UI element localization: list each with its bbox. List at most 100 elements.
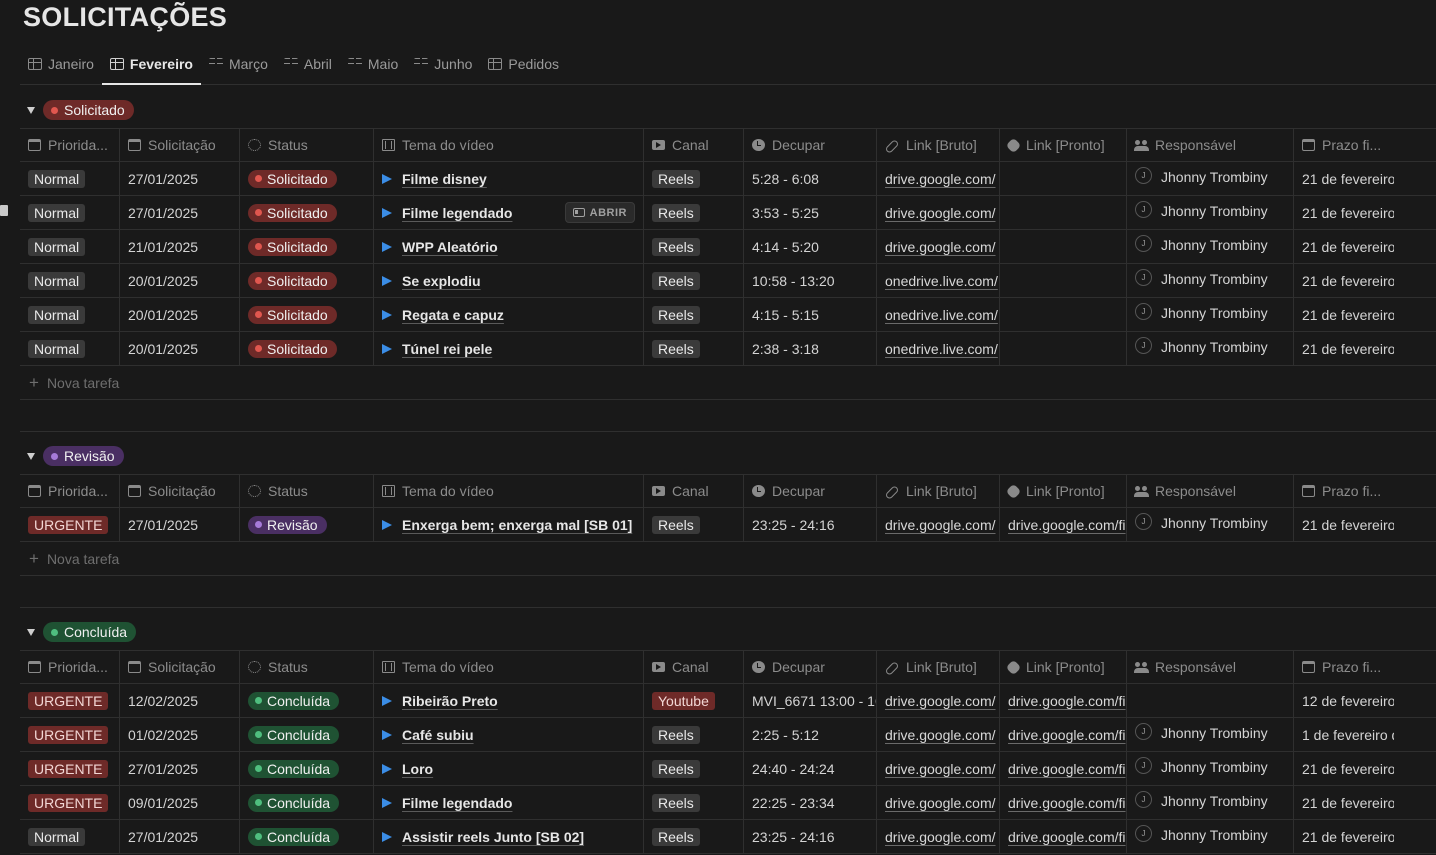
column-header[interactable]: Tema do vídeo [374, 651, 644, 683]
cell-channel[interactable]: Reels [644, 162, 744, 195]
column-header[interactable]: Priorida... [20, 651, 120, 683]
video-title[interactable]: Filme legendado [402, 795, 512, 811]
link-url[interactable]: drive.google.com/fi [1008, 795, 1126, 811]
table-row[interactable]: Normal 27/01/2025 Solicitado Filme legendad… [20, 196, 1436, 230]
cell-link-bruto[interactable]: drive.google.com/ [877, 718, 1000, 751]
cell-date[interactable]: 27/01/2025 [120, 752, 240, 785]
cell-status[interactable]: Concluída [240, 752, 374, 785]
video-title[interactable]: Enxerga bem; enxerga mal [SB 01] [402, 517, 632, 533]
caret-down-icon[interactable] [27, 452, 35, 460]
column-header[interactable]: Status [240, 129, 374, 161]
column-header[interactable]: Solicitação [120, 651, 240, 683]
group-pill[interactable]: Revisão [43, 446, 124, 466]
table-row[interactable]: Normal 21/01/2025 Solicitado WPP Aleatório R… [20, 230, 1436, 264]
cell-date[interactable]: 01/02/2025 [120, 718, 240, 751]
cell-status[interactable]: Concluída [240, 718, 374, 751]
assignee[interactable]: J Jhonny Trombiny [1135, 825, 1268, 843]
cell-priority[interactable]: URGENTE [20, 718, 120, 751]
cell-responsavel[interactable]: J Jhonny Trombiny [1127, 298, 1294, 331]
link-url[interactable]: drive.google.com/fi [1008, 727, 1126, 743]
cell-status[interactable]: Solicitado [240, 162, 374, 195]
tab-abril[interactable]: Abril [276, 50, 340, 78]
cell-link-bruto[interactable]: drive.google.com/ [877, 230, 1000, 263]
cell-link-bruto[interactable]: drive.google.com/ [877, 508, 1000, 541]
link-url[interactable]: drive.google.com/ [885, 693, 996, 709]
cell-priority[interactable]: Normal [20, 196, 120, 229]
column-header[interactable]: Link [Pronto] [1000, 475, 1127, 507]
cell-status[interactable]: Solicitado [240, 196, 374, 229]
cell-responsavel[interactable]: J Jhonny Trombiny [1127, 162, 1294, 195]
assignee[interactable]: J Jhonny Trombiny [1135, 513, 1268, 531]
new-task-button[interactable]: + Nova tarefa [20, 366, 1436, 400]
cell-priority[interactable]: Normal [20, 230, 120, 263]
column-header[interactable]: Prazo fi... [1294, 475, 1394, 507]
cell-channel[interactable]: Reels [644, 230, 744, 263]
cell-date[interactable]: 20/01/2025 [120, 332, 240, 365]
link-url[interactable]: drive.google.com/fi [1008, 693, 1126, 709]
cell-prazo[interactable]: 21 de fevereiro [1294, 752, 1394, 785]
open-button[interactable]: ABRIR [564, 202, 635, 223]
cell-link-pronto[interactable] [1000, 264, 1127, 297]
tab-junho[interactable]: Junho [406, 50, 480, 78]
caret-down-icon[interactable] [27, 628, 35, 636]
cell-theme[interactable]: Enxerga bem; enxerga mal [SB 01] [374, 508, 644, 541]
cell-link-bruto[interactable]: onedrive.live.com/ [877, 298, 1000, 331]
cell-date[interactable]: 20/01/2025 [120, 264, 240, 297]
assignee[interactable]: J Jhonny Trombiny [1135, 269, 1268, 287]
cell-prazo[interactable]: 21 de fevereiro [1294, 508, 1394, 541]
cell-prazo[interactable]: 1 de fevereiro d [1294, 718, 1394, 751]
cell-link-pronto[interactable] [1000, 196, 1127, 229]
cell-responsavel[interactable]: J Jhonny Trombiny [1127, 820, 1294, 853]
cell-link-pronto[interactable]: drive.google.com/fi [1000, 718, 1127, 751]
cell-date[interactable]: 27/01/2025 [120, 162, 240, 195]
cell-link-pronto[interactable]: drive.google.com/fi [1000, 786, 1127, 819]
cell-channel[interactable]: Reels [644, 332, 744, 365]
cell-responsavel[interactable]: J Jhonny Trombiny [1127, 718, 1294, 751]
assignee[interactable]: J Jhonny Trombiny [1135, 791, 1268, 809]
column-header[interactable]: Decupar [744, 651, 877, 683]
column-header[interactable]: Solicitação [120, 475, 240, 507]
cell-link-pronto[interactable]: drive.google.com/fi [1000, 508, 1127, 541]
assignee[interactable]: J Jhonny Trombiny [1135, 303, 1268, 321]
column-header[interactable]: Responsável [1127, 651, 1294, 683]
cell-decupar[interactable]: 4:14 - 5:20 [744, 230, 877, 263]
column-header[interactable]: Decupar [744, 129, 877, 161]
cell-link-bruto[interactable]: drive.google.com/ [877, 162, 1000, 195]
cell-prazo[interactable]: 21 de fevereiro [1294, 820, 1394, 853]
column-header[interactable]: Prazo fi... [1294, 129, 1394, 161]
cell-decupar[interactable]: 23:25 - 24:16 [744, 820, 877, 853]
cell-theme[interactable]: Loro [374, 752, 644, 785]
column-header[interactable]: Priorida... [20, 129, 120, 161]
cell-prazo[interactable]: 21 de fevereiro [1294, 332, 1394, 365]
cell-link-bruto[interactable]: onedrive.live.com/ [877, 332, 1000, 365]
cell-channel[interactable]: Reels [644, 752, 744, 785]
column-header[interactable]: Tema do vídeo [374, 475, 644, 507]
assignee[interactable]: J Jhonny Trombiny [1135, 167, 1268, 185]
cell-theme[interactable]: Se explodiu [374, 264, 644, 297]
video-title[interactable]: Assistir reels Junto [SB 02] [402, 829, 584, 845]
link-url[interactable]: drive.google.com/ [885, 829, 996, 845]
video-title[interactable]: Regata e capuz [402, 307, 504, 323]
column-header[interactable]: Canal [644, 475, 744, 507]
link-url[interactable]: onedrive.live.com/ [885, 341, 998, 357]
cell-date[interactable]: 20/01/2025 [120, 298, 240, 331]
video-title[interactable]: Túnel rei pele [402, 341, 492, 357]
cell-link-pronto[interactable]: drive.google.com/fi [1000, 820, 1127, 853]
cell-channel[interactable]: Reels [644, 508, 744, 541]
table-row[interactable]: URGENTE 12/02/2025 Concluída Ribeirão Preto… [20, 684, 1436, 718]
cell-status[interactable]: Solicitado [240, 332, 374, 365]
cell-decupar[interactable]: 5:28 - 6:08 [744, 162, 877, 195]
cell-priority[interactable]: URGENTE [20, 508, 120, 541]
assignee[interactable]: J Jhonny Trombiny [1135, 723, 1268, 741]
column-header[interactable]: Solicitação [120, 129, 240, 161]
tab-janeiro[interactable]: Janeiro [20, 50, 102, 78]
tab-fevereiro[interactable]: Fevereiro [101, 50, 202, 85]
cell-date[interactable]: 12/02/2025 [120, 684, 240, 717]
link-url[interactable]: drive.google.com/ [885, 517, 996, 533]
video-title[interactable]: Café subiu [402, 727, 474, 743]
cell-responsavel[interactable] [1127, 684, 1294, 717]
cell-responsavel[interactable]: J Jhonny Trombiny [1127, 786, 1294, 819]
column-header[interactable]: Link [Bruto] [877, 475, 1000, 507]
cell-decupar[interactable]: 4:15 - 5:15 [744, 298, 877, 331]
link-url[interactable]: drive.google.com/ [885, 761, 996, 777]
